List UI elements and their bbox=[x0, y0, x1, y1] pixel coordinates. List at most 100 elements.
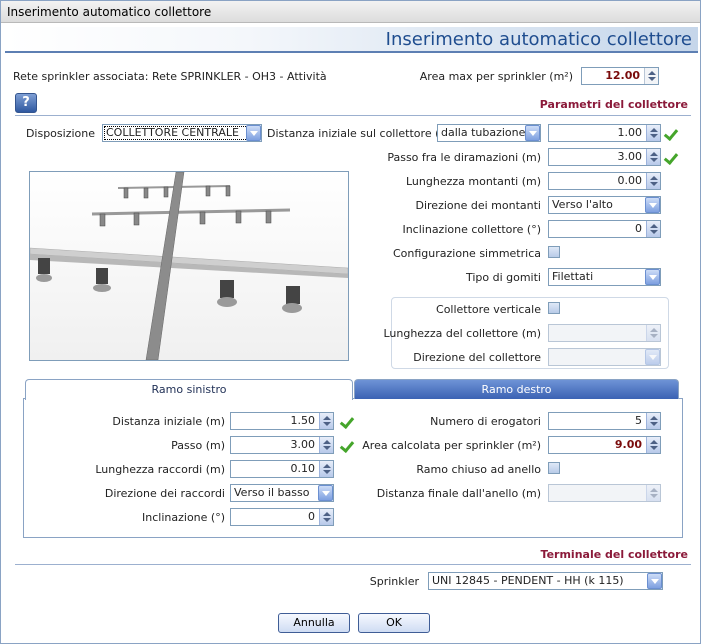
collettore-3d-illustration bbox=[29, 171, 349, 361]
chevron-down-icon[interactable] bbox=[645, 197, 660, 213]
lunghezza-montanti-value: 0.00 bbox=[617, 174, 643, 187]
sprinkler-select[interactable]: UNI 12845 - PENDENT - HH (k 115) bbox=[428, 572, 663, 590]
area-calcolata-field[interactable]: 9.00 bbox=[548, 436, 661, 454]
ramo-passo-field[interactable]: 3.00 bbox=[230, 436, 334, 454]
tipo-gomiti-value: Filettati bbox=[552, 270, 594, 283]
help-button[interactable]: ? bbox=[15, 93, 37, 113]
area-max-field[interactable]: 12.00 bbox=[581, 67, 659, 85]
chevron-down-icon[interactable] bbox=[525, 125, 540, 141]
distanza-finale-spinner[interactable] bbox=[646, 485, 660, 501]
tipo-gomiti-select[interactable]: Filettati bbox=[548, 268, 661, 286]
distanza-iniziale-mode-value: dalla tubazione bbox=[441, 126, 526, 139]
chevron-down-icon[interactable] bbox=[318, 485, 333, 501]
tab-ramo-destro[interactable]: Ramo destro bbox=[354, 379, 679, 399]
ramo-distanza-iniziale-value: 1.50 bbox=[290, 414, 316, 427]
rete-label: Rete sprinkler associata: Rete SPRINKLER… bbox=[13, 70, 327, 83]
chevron-down-icon[interactable] bbox=[246, 125, 261, 141]
terminale-title: Terminale del collettore bbox=[540, 548, 688, 561]
lunghezza-collettore-label: Lunghezza del collettore (m) bbox=[383, 327, 541, 340]
collettore-preview-image bbox=[29, 171, 349, 361]
direzione-raccordi-select[interactable]: Verso il basso bbox=[230, 484, 334, 502]
tab-ramo-sinistro[interactable]: Ramo sinistro bbox=[25, 379, 353, 400]
numero-erogatori-value: 5 bbox=[635, 414, 642, 427]
distanza-finale-field[interactable] bbox=[548, 484, 661, 502]
direzione-collettore-label: Direzione del collettore bbox=[413, 351, 541, 364]
ramo-distanza-iniziale-spinner[interactable] bbox=[319, 413, 333, 429]
numero-erogatori-spinner[interactable] bbox=[646, 413, 660, 429]
distanza-iniziale-label: Distanza iniziale sul collettore (m) bbox=[267, 127, 455, 140]
collettore-verticale-checkbox[interactable] bbox=[548, 302, 560, 314]
ok-button[interactable]: OK bbox=[358, 613, 430, 633]
passo-label: Passo fra le diramazioni (m) bbox=[387, 151, 541, 164]
area-max-label: Area max per sprinkler (m²) bbox=[419, 70, 573, 83]
lunghezza-raccordi-label: Lunghezza raccordi (m) bbox=[95, 463, 225, 476]
chevron-down-icon[interactable] bbox=[647, 573, 662, 589]
direzione-montanti-value: Verso l'alto bbox=[552, 198, 613, 211]
inclinazione-collettore-spinner[interactable] bbox=[646, 221, 660, 237]
passo-field[interactable]: 3.00 bbox=[548, 148, 661, 166]
disposizione-label: Disposizione bbox=[25, 127, 95, 140]
inclinazione-collettore-field[interactable]: 0 bbox=[548, 220, 661, 238]
ramo-chiuso-label: Ramo chiuso ad anello bbox=[416, 463, 541, 476]
lunghezza-collettore-spinner[interactable] bbox=[646, 325, 660, 341]
distanza-iniziale-mode-select[interactable]: dalla tubazione bbox=[437, 124, 541, 142]
checkmark-icon bbox=[665, 126, 679, 140]
terminale-separator bbox=[15, 564, 691, 565]
distanza-iniziale-spinner[interactable] bbox=[646, 125, 660, 141]
parametri-title: Parametri del collettore bbox=[539, 98, 688, 111]
numero-erogatori-field[interactable]: 5 bbox=[548, 412, 661, 430]
configurazione-simmetrica-checkbox[interactable] bbox=[548, 246, 560, 258]
banner: Inserimento automatico collettore bbox=[5, 27, 698, 53]
dialog-window: Inserimento automatico collettore Inseri… bbox=[0, 0, 701, 644]
distanza-iniziale-field[interactable]: 1.00 bbox=[548, 124, 661, 142]
lunghezza-montanti-label: Lunghezza montanti (m) bbox=[406, 175, 541, 188]
configurazione-simmetrica-label: Configurazione simmetrica bbox=[393, 247, 541, 260]
disposizione-value: COLLETTORE CENTRALE bbox=[106, 126, 239, 139]
distanza-finale-label: Distanza finale dall'anello (m) bbox=[376, 487, 541, 500]
ramo-distanza-iniziale-label: Distanza iniziale (m) bbox=[112, 415, 225, 428]
ramo-passo-label: Passo (m) bbox=[171, 439, 225, 452]
ramo-passo-value: 3.00 bbox=[290, 438, 316, 451]
lunghezza-montanti-spinner[interactable] bbox=[646, 173, 660, 189]
direzione-raccordi-value: Verso il basso bbox=[234, 486, 310, 499]
chevron-down-icon[interactable] bbox=[645, 269, 660, 285]
window-title: Inserimento automatico collettore bbox=[1, 1, 700, 23]
inclinazione-collettore-value: 0 bbox=[635, 222, 642, 235]
sprinkler-value: UNI 12845 - PENDENT - HH (k 115) bbox=[432, 574, 624, 587]
lunghezza-collettore-field[interactable] bbox=[548, 324, 661, 342]
checkmark-icon bbox=[341, 414, 355, 428]
parametri-separator bbox=[15, 115, 691, 116]
checkmark-icon bbox=[341, 438, 355, 452]
area-max-value: 12.00 bbox=[605, 69, 640, 82]
ramo-inclinazione-spinner[interactable] bbox=[319, 509, 333, 525]
ramo-inclinazione-field[interactable]: 0 bbox=[230, 508, 334, 526]
annulla-button[interactable]: Annulla bbox=[278, 613, 350, 633]
passo-value: 3.00 bbox=[617, 150, 643, 163]
collettore-verticale-label: Collettore verticale bbox=[436, 303, 541, 316]
area-calcolata-spinner[interactable] bbox=[646, 437, 660, 453]
distanza-iniziale-value: 1.00 bbox=[617, 126, 643, 139]
direzione-raccordi-label: Direzione dei raccordi bbox=[104, 487, 225, 500]
ramo-passo-spinner[interactable] bbox=[319, 437, 333, 453]
lunghezza-raccordi-value: 0.10 bbox=[290, 462, 316, 475]
disposizione-select[interactable]: COLLETTORE CENTRALE bbox=[102, 124, 262, 142]
area-max-spinner[interactable] bbox=[644, 68, 658, 84]
inclinazione-collettore-label: Inclinazione collettore (°) bbox=[402, 223, 541, 236]
direzione-collettore-select[interactable] bbox=[548, 348, 661, 366]
tipo-gomiti-label: Tipo di gomiti bbox=[465, 271, 541, 284]
numero-erogatori-label: Numero di erogatori bbox=[430, 415, 541, 428]
checkmark-icon bbox=[665, 150, 679, 164]
chevron-down-icon[interactable] bbox=[645, 349, 660, 365]
sprinkler-label: Sprinkler bbox=[369, 575, 419, 588]
ramo-inclinazione-label: Inclinazione (°) bbox=[142, 511, 225, 524]
lunghezza-raccordi-spinner[interactable] bbox=[319, 461, 333, 477]
lunghezza-raccordi-field[interactable]: 0.10 bbox=[230, 460, 334, 478]
banner-title: Inserimento automatico collettore bbox=[385, 29, 692, 50]
ramo-distanza-iniziale-field[interactable]: 1.50 bbox=[230, 412, 334, 430]
lunghezza-montanti-field[interactable]: 0.00 bbox=[548, 172, 661, 190]
ramo-chiuso-checkbox[interactable] bbox=[548, 462, 560, 474]
area-calcolata-value: 9.00 bbox=[614, 438, 642, 451]
passo-spinner[interactable] bbox=[646, 149, 660, 165]
direzione-montanti-select[interactable]: Verso l'alto bbox=[548, 196, 661, 214]
area-calcolata-label: Area calcolata per sprinkler (m²) bbox=[362, 439, 541, 452]
